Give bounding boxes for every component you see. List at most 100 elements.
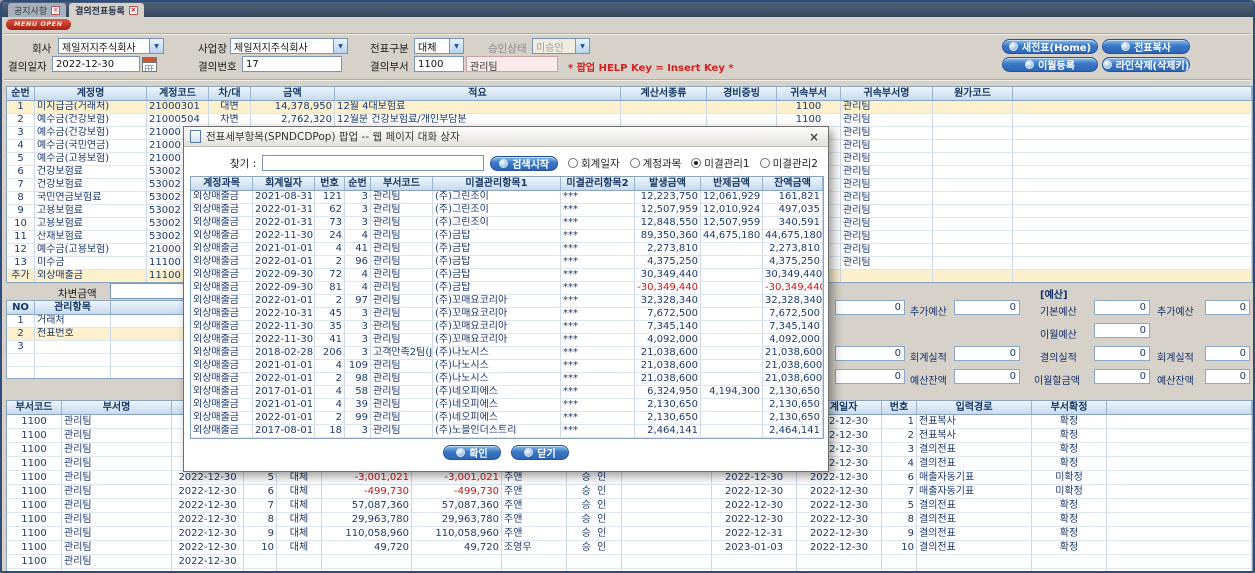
cell-account: 외상매출금 xyxy=(191,269,253,282)
calendar-icon[interactable] xyxy=(142,57,157,72)
cell-open-item2: *** xyxy=(561,230,635,243)
cell-dept-code xyxy=(7,569,62,571)
search-input[interactable] xyxy=(262,155,485,171)
slip-row[interactable] xyxy=(7,569,1252,571)
cell-input-path xyxy=(917,555,1032,569)
open-item-row[interactable]: 외상매출금 2022-11-30 41 3 관리팀 (주)꼬매요코리아 *** … xyxy=(191,334,823,347)
cell-seq: 96 xyxy=(345,256,371,269)
cell-seq: 4 xyxy=(345,269,371,282)
resolution-dept-code-input[interactable] xyxy=(414,56,464,72)
slip-row[interactable]: 1100 관리팀 2022-12-30 xyxy=(7,555,1252,569)
bizplace-select[interactable]: 제일저지주식회사 ▼ xyxy=(230,38,348,54)
slip-type-select[interactable]: 대체 ▼ xyxy=(414,38,464,54)
cell-dept-code: 1100 xyxy=(7,485,62,499)
open-item-row[interactable]: 외상매출금 2022-01-01 2 99 관리팀 (주)네오피에스 *** 2… xyxy=(191,412,823,425)
slip-row[interactable]: 1100 관리팀 2022-12-30 8 대체 29,963,780 29,9… xyxy=(7,513,1252,527)
open-item-row[interactable]: 외상매출금 2021-01-01 4 109 관리팀 (주)나노시스 *** 2… xyxy=(191,360,823,373)
cell-debit: 57,087,360 xyxy=(322,499,412,513)
tab-close-icon[interactable]: × xyxy=(128,5,138,15)
cell-credit xyxy=(412,555,502,569)
open-item-row[interactable]: 외상매출금 2021-08-31 121 3 관리팀 (주)그린조이 *** 1… xyxy=(191,191,823,204)
tab-close-icon[interactable]: × xyxy=(51,5,61,15)
popup-close-button[interactable]: 닫기 xyxy=(511,445,569,460)
slip-row[interactable]: 1100 관리팀 2022-12-30 10 대체 49,720 49,720 … xyxy=(7,541,1252,555)
cell-open-item2: *** xyxy=(561,191,635,204)
cell-settle-amount: 12,061,929 xyxy=(701,191,763,204)
radio-label: 회계일자 xyxy=(581,157,620,170)
popup-titlebar[interactable]: 전표세부항목(SPNDCDPop) 팝업 -- 웹 페이지 대화 상자 × xyxy=(184,127,828,147)
cell-acct-date: 2022-12-30 xyxy=(797,527,882,541)
cell-type: 대체 xyxy=(277,485,322,499)
open-item-row[interactable]: 외상매출금 2022-11-30 24 4 관리팀 (주)금탑 *** 89,3… xyxy=(191,230,823,243)
tab-notice[interactable]: 공지사항 × xyxy=(8,3,67,17)
open-item-row[interactable]: 외상매출금 2021-01-01 4 39 관리팀 (주)네오피에스 *** 2… xyxy=(191,399,823,412)
carryover-register-button[interactable]: 이월등록 xyxy=(1002,57,1098,72)
open-item-row[interactable]: 외상매출금 2022-01-01 2 97 관리팀 (주)꼬매요코리아 *** … xyxy=(191,295,823,308)
cell-type: 대체 xyxy=(277,541,322,555)
open-item-row[interactable]: 외상매출금 2022-11-30 35 3 관리팀 (주)꼬매요코리아 *** … xyxy=(191,321,823,334)
cell-occur-amount: 2,130,650 xyxy=(635,399,701,412)
ok-button[interactable]: 확인 xyxy=(443,445,501,460)
cell-account-name: 미지급금(거래처) xyxy=(35,101,147,114)
cell-no: 24 xyxy=(315,230,345,243)
open-item-row[interactable]: 외상매출금 2022-01-01 2 96 관리팀 (주)금탑 *** 4,37… xyxy=(191,256,823,269)
resolution-date-input[interactable] xyxy=(52,56,140,72)
cell-seq: 3 xyxy=(345,308,371,321)
cell-settle-amount xyxy=(701,399,763,412)
cell-seq: 3 xyxy=(345,425,371,438)
radio-option[interactable]: 미결관리1 xyxy=(691,156,750,171)
new-slip-button[interactable]: 새전표(Home) xyxy=(1002,39,1098,54)
cell-filler xyxy=(1107,499,1252,513)
open-item-row[interactable]: 외상매출금 2022-09-30 81 4 관리팀 (주)금탑 *** -30,… xyxy=(191,282,823,295)
open-item-row[interactable]: 외상매출금 2022-01-01 2 98 관리팀 (주)나노시스 *** 21… xyxy=(191,373,823,386)
voucher-grid-header: 순번 계정명 계정코드 차/대 금액 적요 계산서종류 경비증빙 귀속부서 귀속… xyxy=(7,87,1252,101)
close-icon[interactable]: × xyxy=(806,130,822,144)
open-item-grid-body: 외상매출금 2021-08-31 121 3 관리팀 (주)그린조이 *** 1… xyxy=(191,191,823,438)
slip-row[interactable]: 1100 관리팀 2022-12-30 9 대체 110,058,960 110… xyxy=(7,527,1252,541)
approval-status-select: 미승인 ▼ xyxy=(532,38,590,54)
slip-row[interactable]: 1100 관리팀 2022-12-30 5 대체 -3,001,021 -3,0… xyxy=(7,471,1252,485)
cell-dr-cr: 대변 xyxy=(209,101,251,114)
open-item-row[interactable]: 외상매출금 2017-01-01 4 58 관리팀 (주)네오피에스 *** 6… xyxy=(191,386,823,399)
open-item-row[interactable]: 외상매출금 2017-08-01 18 3 관리팀 (주)노블인더스트리 ***… xyxy=(191,425,823,438)
cell-no: 2 xyxy=(315,256,345,269)
cell-dept-name: 관리팀 xyxy=(841,205,933,218)
cell-approval-date: 2022-12-30 xyxy=(712,485,797,499)
cell-account: 외상매출금 xyxy=(191,243,253,256)
tab-voucher-entry[interactable]: 결의전표등록 × xyxy=(69,3,144,17)
cell-approval-status: 승 인 xyxy=(567,485,622,499)
voucher-row[interactable]: 1 미지급금(거래처) 21000301 대변 14,378,950 12월 4… xyxy=(7,101,1252,114)
delete-line-button[interactable]: 라인삭제(삭제키) xyxy=(1102,57,1190,72)
search-start-button[interactable]: 검색시작 xyxy=(490,155,559,171)
radio-option[interactable]: 미결관리2 xyxy=(759,156,818,171)
company-select[interactable]: 제일저지주식회사 ▼ xyxy=(58,38,164,54)
radio-option[interactable]: 계정과목 xyxy=(629,156,681,171)
open-item-row[interactable]: 외상매출금 2022-09-30 72 4 관리팀 (주)금탑 *** 30,3… xyxy=(191,269,823,282)
search-start-button-label: 검색시작 xyxy=(512,159,550,171)
cell-account-name: 미수금 xyxy=(35,257,147,270)
open-item-row[interactable]: 외상매출금 2018-02-28 206 3 고객만족2팀(JJ (주)나노시스… xyxy=(191,347,823,360)
radio-option[interactable]: 회계일자 xyxy=(568,156,620,171)
open-item-row[interactable]: 외상매출금 2021-01-01 4 41 관리팀 (주)금탑 *** 2,27… xyxy=(191,243,823,256)
open-item-row[interactable]: 외상매출금 2022-10-31 45 3 관리팀 (주)꼬매요코리아 *** … xyxy=(191,308,823,321)
resolution-no-input[interactable] xyxy=(242,56,342,72)
open-item-row[interactable]: 외상매출금 2022-01-31 73 3 관리팀 (주)그린조이 *** 12… xyxy=(191,217,823,230)
cell-seq: 1 xyxy=(7,101,35,114)
menu-open-badge[interactable]: MENU OPEN xyxy=(6,19,71,30)
cell-cost-code xyxy=(933,153,1013,166)
col-acct-no: 번호 xyxy=(882,401,917,415)
cell-dept-name: 관리팀 xyxy=(841,231,933,244)
chevron-down-icon[interactable]: ▼ xyxy=(333,39,347,53)
cell-no: 121 xyxy=(315,191,345,204)
radio-icon xyxy=(691,158,702,168)
open-item-row[interactable]: 외상매출금 2022-01-31 62 3 관리팀 (주)그린조이 *** 12… xyxy=(191,204,823,217)
copy-slip-button[interactable]: 전표복사 xyxy=(1102,39,1190,54)
cell-cost-code xyxy=(933,231,1013,244)
chevron-down-icon[interactable]: ▼ xyxy=(449,39,463,53)
chevron-down-icon[interactable]: ▼ xyxy=(149,39,163,53)
open-item-grid-header: 계정과목 회계일자 번호 순번 부서코드 미결관리항목1 미결관리항목2 발생금… xyxy=(191,177,823,191)
cell-dept-code: 관리팀 xyxy=(371,334,433,347)
cell-writer: 주앤 xyxy=(502,499,567,513)
slip-row[interactable]: 1100 관리팀 2022-12-30 7 대체 57,087,360 57,0… xyxy=(7,499,1252,513)
slip-row[interactable]: 1100 관리팀 2022-12-30 6 대체 -499,730 -499,7… xyxy=(7,485,1252,499)
